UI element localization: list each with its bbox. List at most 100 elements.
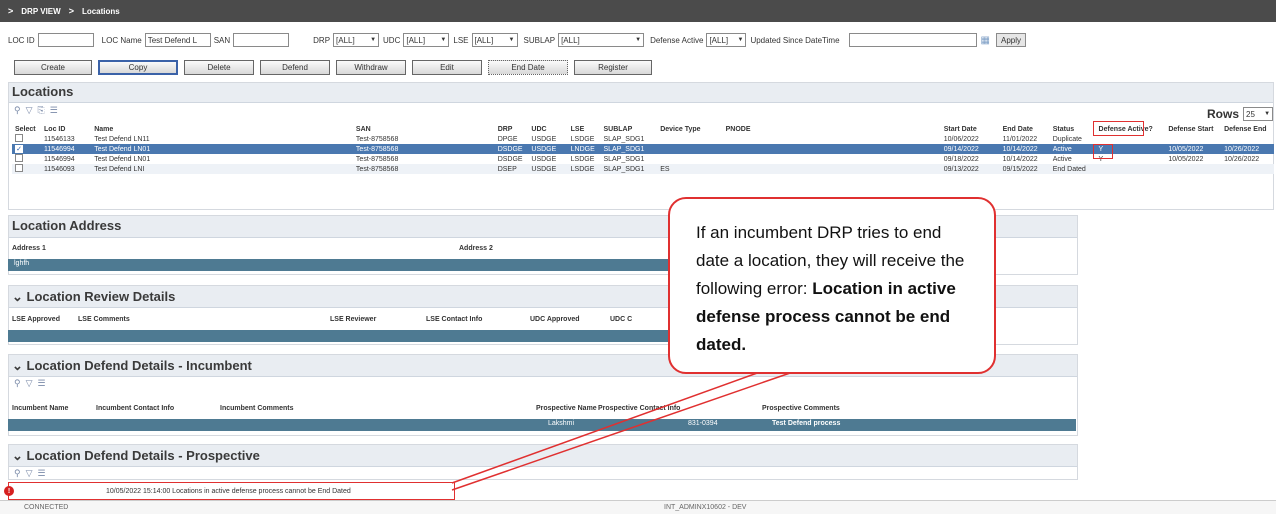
address2-header: Address 2 — [459, 245, 493, 252]
col-header[interactable]: SUBLAP — [600, 124, 657, 134]
loc-name-input[interactable] — [144, 33, 211, 47]
drp-select[interactable]: [ALL] ▼ — [333, 33, 380, 47]
col-header[interactable]: Status — [1050, 124, 1096, 134]
table-row[interactable]: 11546994 Test Defend LN01 Test-8758568 D… — [12, 154, 1274, 164]
delete-button[interactable]: Delete — [184, 60, 254, 75]
create-button[interactable]: Create — [14, 60, 92, 75]
cell-start: 10/06/2022 — [943, 135, 979, 143]
breadcrumb-root[interactable]: DRP VIEW — [21, 7, 60, 16]
chevron-down-icon[interactable]: ⌄ — [12, 358, 27, 373]
funnel-icon[interactable]: ▽ — [26, 105, 33, 116]
col-header[interactable]: Start Date — [941, 124, 1000, 134]
col-header[interactable]: UDC Approved — [530, 316, 610, 323]
col-header[interactable]: Incumbent Comments — [220, 405, 536, 412]
cell-end: 11/01/2022 — [1002, 135, 1038, 143]
col-header[interactable]: End Date — [1000, 124, 1050, 134]
address1-header: Address 1 — [12, 245, 46, 252]
cell-pnode — [722, 164, 941, 174]
cell-status: Active — [1052, 155, 1072, 163]
register-button[interactable]: Register — [574, 60, 652, 75]
col-header[interactable]: LSE Contact Info — [426, 316, 530, 323]
col-header[interactable]: Prospective Contact Info — [598, 405, 762, 412]
checkbox-checked[interactable]: ✓ — [15, 145, 23, 153]
col-header[interactable]: Incumbent Contact Info — [96, 405, 220, 412]
defense-active-select[interactable]: [ALL] ▼ — [706, 33, 747, 47]
prospective-toolbar: ⚲ ▽ ☰ — [14, 468, 46, 479]
funnel-icon[interactable]: ▽ — [26, 378, 33, 389]
col-header[interactable]: Defense End — [1221, 124, 1274, 134]
sublap-label: SUBLAP — [523, 35, 556, 45]
col-header[interactable]: LSE — [568, 124, 601, 134]
incumbent-row[interactable] — [8, 419, 1076, 431]
checkbox[interactable] — [15, 154, 23, 162]
cell-sublap: SLAP_SDG1 — [600, 164, 658, 174]
col-header[interactable]: Prospective Name — [536, 405, 598, 412]
col-header[interactable]: LSE Comments — [78, 316, 330, 323]
breadcrumb-current: Locations — [81, 6, 120, 16]
col-header[interactable]: LSE Reviewer — [330, 316, 426, 323]
col-header[interactable]: Device Type — [657, 124, 722, 134]
col-header[interactable]: Loc ID — [41, 124, 91, 134]
loc-id-input[interactable] — [37, 33, 94, 47]
san-input[interactable] — [233, 33, 290, 47]
copy-button[interactable]: Copy — [98, 60, 178, 75]
cell-def-start: 10/05/2022 — [1165, 144, 1222, 154]
chevron-down-icon[interactable]: ⌄ — [12, 289, 27, 304]
filter-icon[interactable]: ⚲ — [14, 468, 21, 479]
col-header[interactable]: SAN — [353, 124, 495, 134]
col-header[interactable]: Prospective Comments — [762, 405, 840, 412]
cell-drp: DSEP — [494, 164, 529, 174]
withdraw-button[interactable]: Withdraw — [336, 60, 406, 75]
cell-end: 09/15/2022 — [999, 164, 1050, 174]
locations-title: Locations — [12, 84, 74, 99]
address-row[interactable] — [8, 259, 676, 271]
rows-select[interactable]: 25 ▼ — [1243, 107, 1274, 121]
sublap-select[interactable]: [ALL] ▼ — [558, 33, 645, 47]
col-header[interactable]: LSE Approved — [12, 316, 78, 323]
cell-loc-id: 11546093 — [41, 164, 92, 174]
cell-sublap: SLAP_SDG1 — [600, 144, 658, 154]
edit-button[interactable]: Edit — [412, 60, 482, 75]
col-header[interactable]: Name — [91, 124, 353, 134]
apply-button[interactable]: Apply — [996, 33, 1027, 47]
lse-select[interactable]: [ALL] ▼ — [471, 33, 518, 47]
list-icon[interactable]: ☰ — [50, 105, 58, 116]
filter-icon[interactable]: ⚲ — [14, 378, 21, 389]
filter-icon[interactable]: ⚲ — [14, 105, 21, 116]
chevron-down-icon[interactable]: ⌄ — [12, 448, 27, 463]
udc-select[interactable]: [ALL] ▼ — [403, 33, 450, 47]
review-row[interactable] — [8, 330, 676, 342]
col-header[interactable]: UDC C — [610, 316, 632, 323]
funnel-icon[interactable]: ▽ — [26, 468, 33, 479]
review-title: ⌄ Location Review Details — [12, 289, 176, 304]
user-info: INT_ADMINX10602 - DEV — [664, 504, 747, 511]
col-header[interactable]: Defense Start — [1165, 124, 1221, 134]
checkbox[interactable] — [15, 164, 23, 172]
defend-button[interactable]: Defend — [260, 60, 330, 75]
col-header[interactable]: Select — [12, 124, 41, 134]
list-icon[interactable]: ☰ — [38, 468, 46, 479]
cell-sublap: SLAP_SDG1 — [603, 155, 645, 163]
updated-since-label: Updated Since DateTime — [750, 35, 840, 45]
checkbox[interactable] — [15, 134, 23, 142]
cell-def-end — [1221, 164, 1274, 174]
cell-pnode — [723, 134, 941, 144]
updated-since-input[interactable] — [848, 33, 977, 47]
list-icon[interactable]: ☰ — [38, 378, 46, 389]
export-icon[interactable]: ⎘ — [38, 105, 45, 116]
cell-status: Active — [1049, 144, 1096, 154]
col-header[interactable]: Incumbent Name — [12, 405, 96, 412]
col-header[interactable]: DRP — [495, 124, 529, 134]
cell-status: Duplicate — [1052, 135, 1082, 143]
cell-def-start — [1165, 164, 1222, 174]
action-toolbar: Create Copy Delete Defend Withdraw Edit … — [14, 60, 652, 76]
table-row[interactable]: 11546133 Test Defend LN11 Test-8758568 D… — [12, 134, 1274, 144]
review-header-row: LSE Approved LSE Comments LSE Reviewer L… — [12, 316, 632, 323]
table-row[interactable]: 11546093 Test Defend LNI Test-8758568 DS… — [12, 164, 1274, 174]
end-date-button[interactable]: End Date — [488, 60, 568, 75]
col-header[interactable]: PNODE — [723, 124, 941, 134]
table-row-selected[interactable]: ✓ 11546994 Test Defend LN01 Test-8758568… — [12, 144, 1274, 154]
incumbent-title: ⌄ Location Defend Details - Incumbent — [12, 358, 252, 373]
col-header[interactable]: UDC — [528, 124, 567, 134]
calendar-icon[interactable]: ▦ — [981, 35, 990, 46]
